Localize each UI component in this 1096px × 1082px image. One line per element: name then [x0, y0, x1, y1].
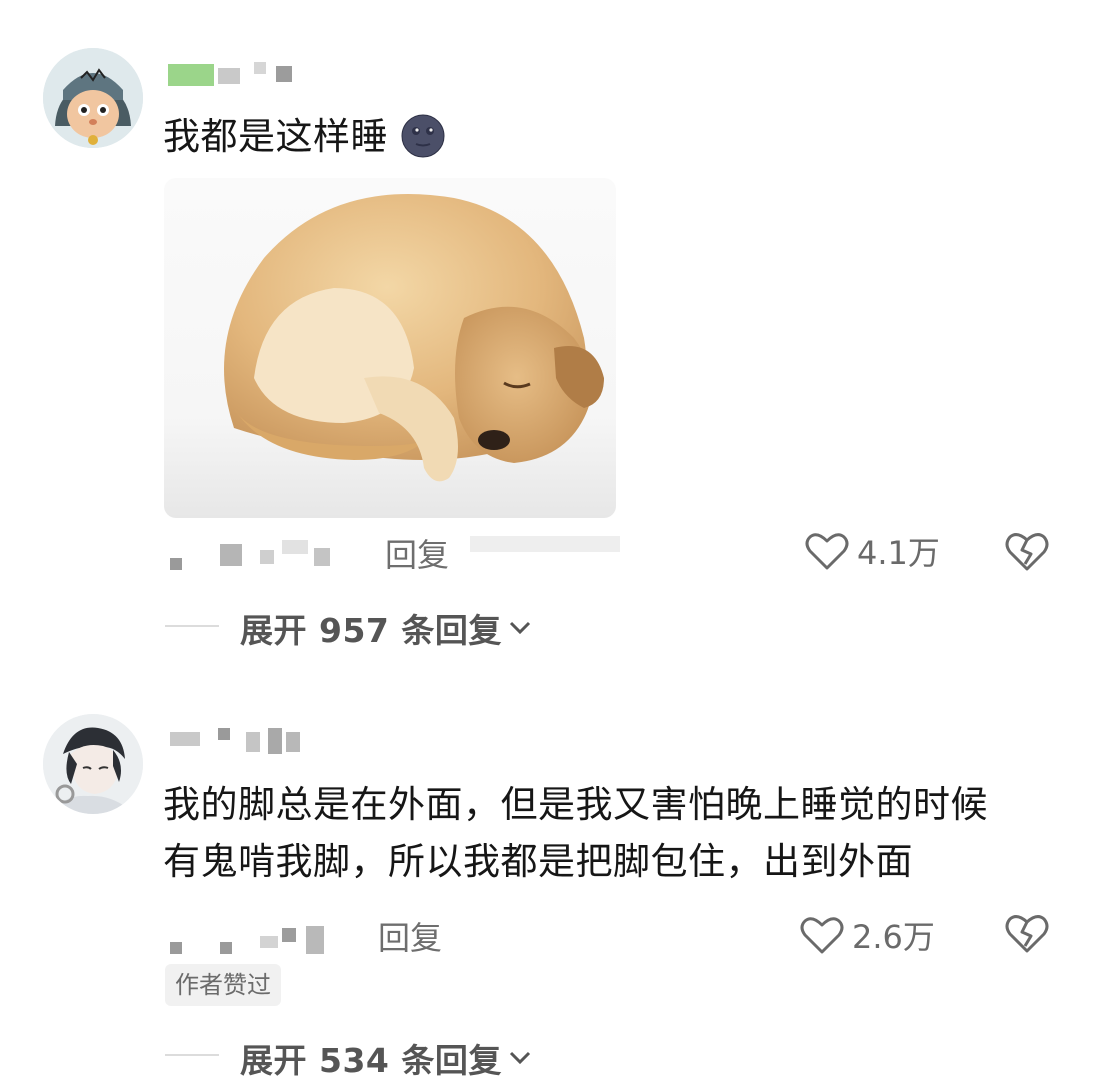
cartoon-helmet-avatar-icon	[43, 48, 143, 148]
like-button[interactable]: 2.6万	[800, 912, 935, 958]
sleeping-dog-image[interactable]	[164, 178, 616, 518]
expand-replies-label: 展开 957 条回复	[240, 611, 502, 650]
anime-character-avatar-icon	[43, 714, 143, 814]
username-blurred[interactable]	[170, 726, 310, 756]
like-button[interactable]: 4.1万	[805, 528, 940, 574]
reply-button[interactable]: 回复	[378, 913, 442, 959]
username-blurred[interactable]	[168, 58, 298, 88]
author-liked-badge: 作者赞过	[165, 964, 281, 1006]
commenter-avatar[interactable]	[43, 714, 143, 814]
commenter-avatar[interactable]	[43, 48, 143, 148]
comment-text: 我都是这样睡	[163, 108, 446, 165]
expand-replies-button[interactable]: 展开 957 条回复	[240, 604, 532, 652]
heart-icon	[800, 917, 844, 954]
broken-heart-icon	[1005, 915, 1049, 953]
expand-replies-button[interactable]: 展开 534 条回复	[240, 1034, 532, 1082]
comment-text: 我的脚总是在外面，但是我又害怕晚上睡觉的时候 有鬼啃我脚，所以我都是把脚包住，出…	[163, 783, 988, 883]
chevron-down-icon	[509, 1051, 530, 1065]
chevron-down-icon	[509, 621, 530, 635]
broken-heart-icon	[1005, 533, 1049, 571]
divider-line	[165, 625, 219, 627]
reply-button[interactable]: 回复	[385, 530, 449, 576]
new-moon-face-icon	[401, 114, 445, 158]
like-count: 2.6万	[852, 918, 935, 956]
dislike-button[interactable]	[1004, 530, 1050, 576]
sleeping-dog-illustration	[224, 194, 604, 482]
timestamp-blurred	[170, 540, 340, 570]
dislike-button[interactable]	[1004, 912, 1050, 958]
location-blurred	[470, 530, 625, 560]
divider-line	[165, 1054, 219, 1056]
heart-icon	[805, 533, 849, 570]
like-count: 4.1万	[857, 534, 940, 572]
timestamp-blurred	[170, 924, 340, 954]
expand-replies-label: 展开 534 条回复	[240, 1041, 502, 1080]
